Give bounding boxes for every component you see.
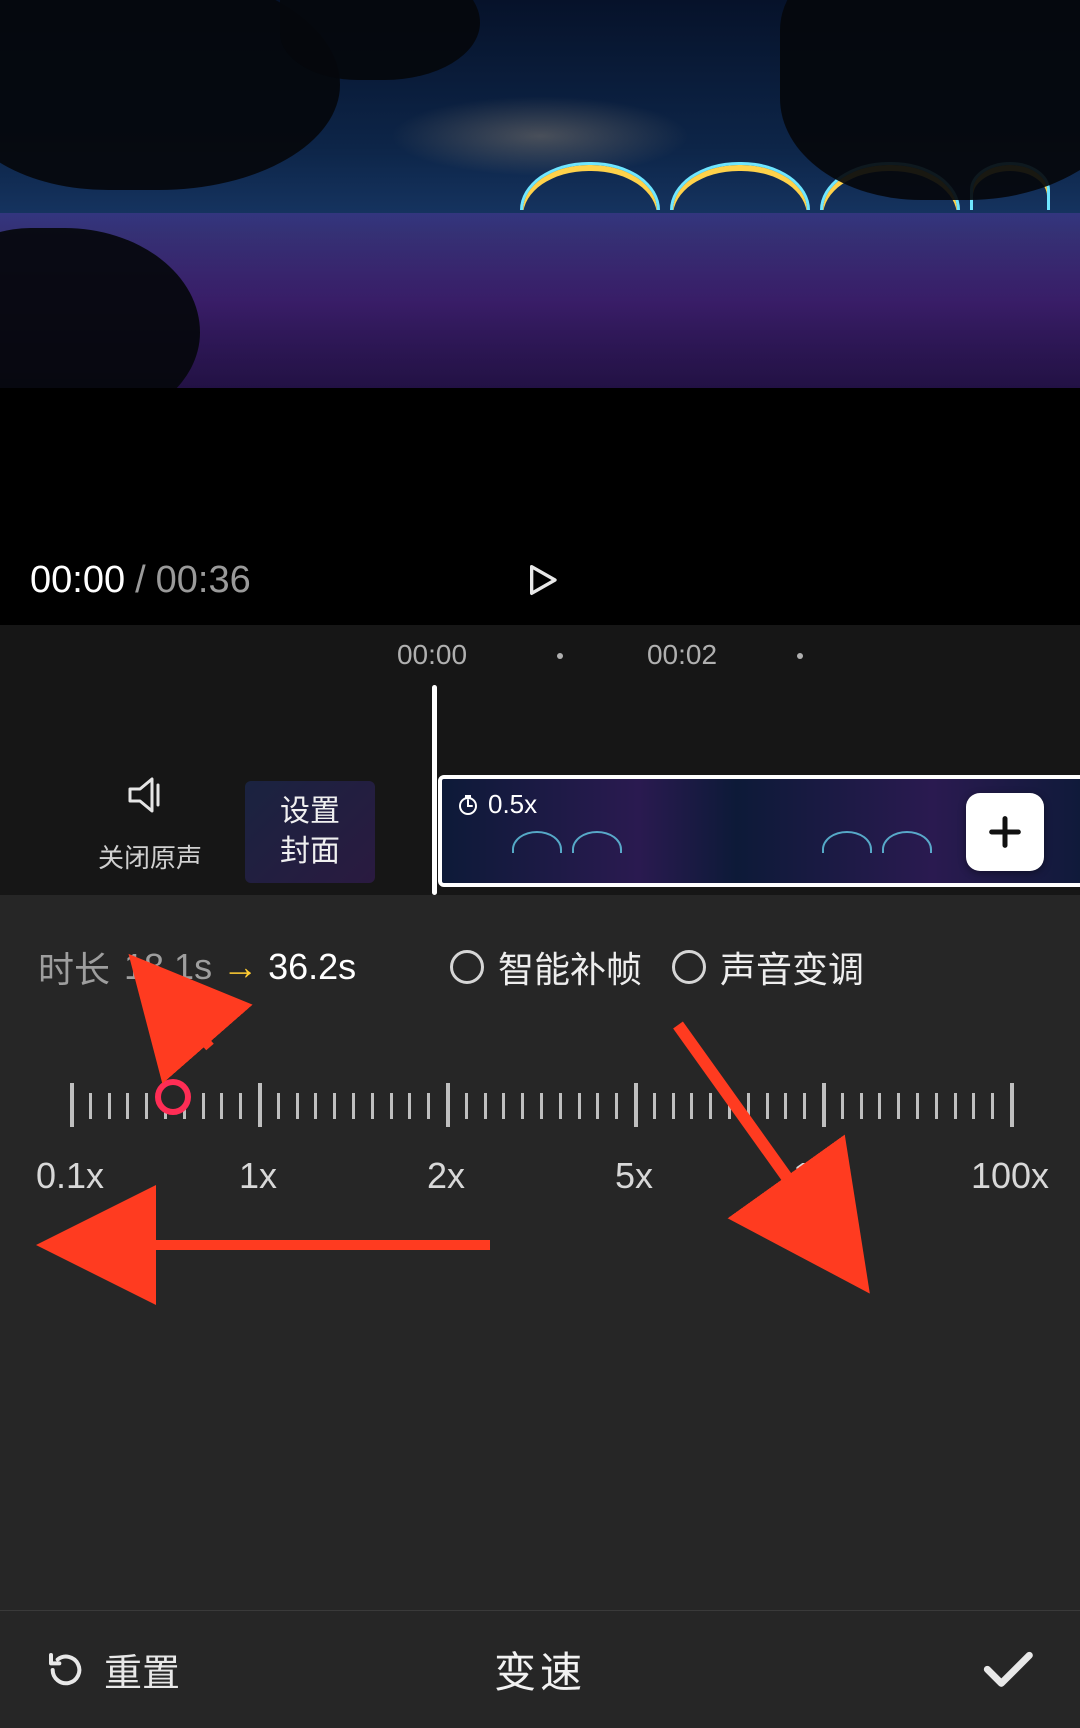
slider-handle[interactable]	[155, 1079, 191, 1115]
speed-mark: 1x	[239, 1155, 277, 1197]
cover-label: 设置 封面	[280, 792, 340, 872]
speed-mark: 2x	[427, 1155, 465, 1197]
confirm-button[interactable]	[978, 1639, 1034, 1700]
ruler-dot	[797, 653, 803, 659]
speaker-icon	[90, 775, 210, 826]
option-label: 智能补帧	[498, 941, 642, 993]
radio-unchecked-icon	[450, 950, 484, 984]
speed-panel: 时长 18.1s → 36.2s 智能补帧 声音变调 0.1x 1x 2x 5x…	[0, 895, 1080, 1728]
clip-speed-badge: 0.5x	[456, 789, 537, 820]
arrow-right-icon: →	[222, 946, 258, 988]
option-label: 声音变调	[720, 941, 864, 993]
set-cover-button[interactable]: 设置 封面	[245, 781, 375, 883]
ruler-mark: 00:00	[397, 639, 467, 671]
plus-icon	[985, 812, 1025, 852]
reset-icon	[46, 1650, 86, 1690]
play-icon	[520, 560, 560, 600]
ruler-mark: 00:02	[647, 639, 717, 671]
mute-original-audio-button[interactable]: 关闭原声	[90, 775, 210, 875]
check-icon	[978, 1639, 1034, 1695]
speed-mark: 0.1x	[36, 1155, 104, 1197]
stopwatch-icon	[456, 793, 480, 817]
speed-slider-labels: 0.1x 1x 2x 5x 10x 100x	[70, 1155, 1010, 1205]
duration-to: 36.2s	[268, 946, 356, 988]
speed-mark: 100x	[971, 1155, 1049, 1197]
ruler-dot	[557, 653, 563, 659]
mute-label: 关闭原声	[90, 838, 210, 875]
speed-mark: 5x	[615, 1155, 653, 1197]
timeline-ruler: 00:00 00:02	[0, 639, 1080, 679]
total-time: 00:36	[156, 559, 251, 602]
pitch-shift-toggle[interactable]: 声音变调	[672, 941, 864, 993]
annotation-arrow	[150, 987, 230, 1072]
timeline[interactable]: 00:00 00:02 关闭原声 设置 封面 0.5x	[0, 625, 1080, 895]
radio-unchecked-icon	[672, 950, 706, 984]
duration-label: 时长	[38, 941, 110, 993]
panel-title: 变速	[494, 1639, 586, 1700]
reset-button[interactable]: 重置	[46, 1642, 180, 1697]
speed-mark: 10x	[793, 1155, 851, 1197]
smart-frame-interpolation-toggle[interactable]: 智能补帧	[450, 941, 642, 993]
reset-label: 重置	[104, 1642, 180, 1697]
current-time: 00:00	[30, 559, 125, 602]
play-button[interactable]	[516, 556, 564, 604]
time-separator: /	[135, 559, 146, 602]
add-clip-button[interactable]	[966, 793, 1044, 871]
video-preview[interactable]	[0, 0, 1080, 388]
speed-slider[interactable]	[70, 1075, 1010, 1155]
annotation-arrow	[80, 1225, 500, 1270]
playback-time: 00:00 / 00:36	[0, 559, 251, 602]
duration-from: 18.1s	[124, 946, 212, 988]
